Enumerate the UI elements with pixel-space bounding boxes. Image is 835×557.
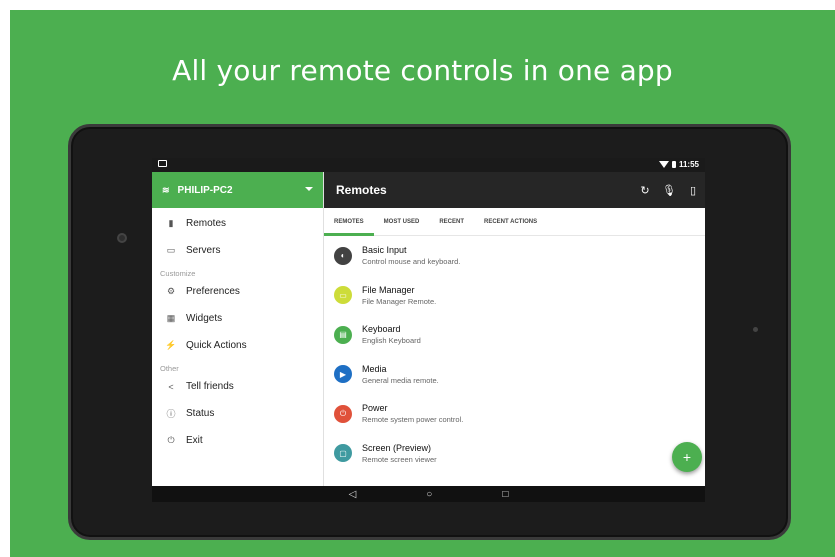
- status-bar: 11:55: [152, 158, 705, 172]
- list-item[interactable]: ▭ File Manager File Manager Remote.: [324, 276, 705, 316]
- drawer-item-remotes[interactable]: ▮ Remotes: [152, 210, 323, 237]
- drawer-item-widgets[interactable]: ▦ Widgets: [152, 305, 323, 332]
- item-title: Basic Input: [362, 245, 407, 256]
- promo-background: All your remote controls in one app 11:5…: [10, 10, 835, 557]
- play-icon: ▶: [334, 365, 352, 384]
- monitor-icon: ▭: [166, 245, 176, 255]
- server-selector[interactable]: ≋ PHILIP-PC2: [152, 172, 323, 208]
- status-time: 11:55: [678, 160, 699, 169]
- item-subtitle: File Manager Remote.: [362, 296, 437, 306]
- drawer-item-quick-actions[interactable]: ⚡ Quick Actions: [152, 332, 323, 359]
- item-title: Keyboard: [362, 324, 401, 335]
- drawer-item-label: Preferences: [186, 286, 240, 297]
- wifi-icon: ≋: [162, 184, 170, 195]
- drawer-item-label: Remotes: [186, 218, 227, 229]
- item-title: Screen (Preview): [362, 442, 432, 453]
- drawer-item-status[interactable]: ⓘ Status: [152, 400, 323, 427]
- remotes-icon: ▮: [168, 218, 174, 228]
- camera-icon: [117, 233, 127, 243]
- notification-icon: [158, 160, 167, 167]
- add-remote-button[interactable]: +: [672, 442, 702, 472]
- list-item[interactable]: ▤ Keyboard English Keyboard: [324, 315, 705, 355]
- share-icon: <: [168, 381, 174, 392]
- item-subtitle: English Keyboard: [362, 336, 421, 346]
- keyboard-icon: ▤: [334, 325, 352, 344]
- list-item[interactable]: ▢ Screen (Preview) Remote screen viewer: [324, 434, 705, 474]
- item-title: Power: [362, 403, 388, 414]
- back-icon[interactable]: ◁: [349, 489, 357, 500]
- gear-icon: ⚙: [166, 286, 176, 296]
- drawer-item-label: Widgets: [186, 313, 223, 324]
- drawer-item-label: Tell friends: [186, 381, 234, 392]
- screen-icon: ▢: [334, 444, 352, 463]
- drawer-item-label: Quick Actions: [186, 340, 247, 351]
- navigation-drawer: ≋ PHILIP-PC2 ▮ Remotes ▭ Servers Customi…: [152, 172, 324, 486]
- item-subtitle: Remote screen viewer: [362, 454, 437, 464]
- mouse-icon: ◐: [334, 246, 352, 265]
- home-icon[interactable]: ○: [426, 489, 432, 500]
- power-icon: ⏻: [334, 404, 352, 423]
- wifi-icon: [658, 161, 669, 168]
- tab-most-used[interactable]: MOST USED: [374, 208, 430, 236]
- drawer-item-label: Exit: [186, 435, 203, 446]
- section-other: Other: [160, 364, 179, 373]
- page-title: Remotes: [336, 183, 387, 197]
- headline: All your remote controls in one app: [172, 54, 673, 87]
- drawer-item-tell-friends[interactable]: < Tell friends: [152, 373, 323, 400]
- item-subtitle: Remote system power control.: [362, 415, 464, 425]
- plus-icon: +: [682, 449, 692, 465]
- drawer-item-exit[interactable]: ⏻ Exit: [152, 427, 323, 454]
- drawer-item-preferences[interactable]: ⚙ Preferences: [152, 278, 323, 305]
- tab-recent[interactable]: RECENT: [429, 208, 474, 236]
- drawer-item-servers[interactable]: ▭ Servers: [152, 237, 323, 264]
- tablet-screen: 11:55 ≋ PHILIP-PC2 ▮ Remotes ▭ Servers C…: [152, 158, 705, 502]
- drawer-item-label: Status: [186, 408, 215, 419]
- section-customize: Customize: [160, 269, 196, 278]
- tab-bar: REMOTES MOST USED RECENT RECENT ACTIONS: [324, 208, 705, 236]
- power-icon: ⏻: [167, 435, 175, 445]
- tab-remotes[interactable]: REMOTES: [324, 208, 374, 236]
- refresh-icon[interactable]: ↻: [633, 184, 657, 197]
- app-bar: Remotes ↻ 🎙 ▯: [324, 172, 705, 208]
- list-item[interactable]: ▶ Media General media remote.: [324, 355, 705, 395]
- sensor-icon: [753, 327, 758, 332]
- system-nav-bar: ◁ ○ □: [152, 486, 705, 502]
- folder-icon: ▭: [334, 286, 352, 305]
- chevron-down-icon: [305, 187, 313, 191]
- item-subtitle: Control mouse and keyboard.: [362, 257, 461, 267]
- item-subtitle: General media remote.: [362, 375, 439, 385]
- list-item[interactable]: ◐ Basic Input Control mouse and keyboard.: [324, 236, 705, 276]
- list-item[interactable]: ⏻ Power Remote system power control.: [324, 394, 705, 434]
- remote-list: ◐ Basic Input Control mouse and keyboard.…: [324, 236, 705, 486]
- tab-recent-actions[interactable]: RECENT ACTIONS: [474, 208, 547, 236]
- battery-icon: [671, 161, 676, 168]
- vibrate-icon[interactable]: ▯: [681, 184, 705, 197]
- info-icon: ⓘ: [166, 409, 176, 419]
- item-title: File Manager: [362, 284, 415, 295]
- microphone-icon[interactable]: 🎙: [657, 184, 681, 197]
- grid-icon: ▦: [166, 313, 176, 323]
- bolt-icon: ⚡: [165, 340, 177, 350]
- drawer-item-label: Servers: [186, 245, 221, 256]
- recents-icon[interactable]: □: [502, 489, 508, 500]
- server-name: PHILIP-PC2: [177, 184, 233, 196]
- item-title: Media: [362, 363, 387, 374]
